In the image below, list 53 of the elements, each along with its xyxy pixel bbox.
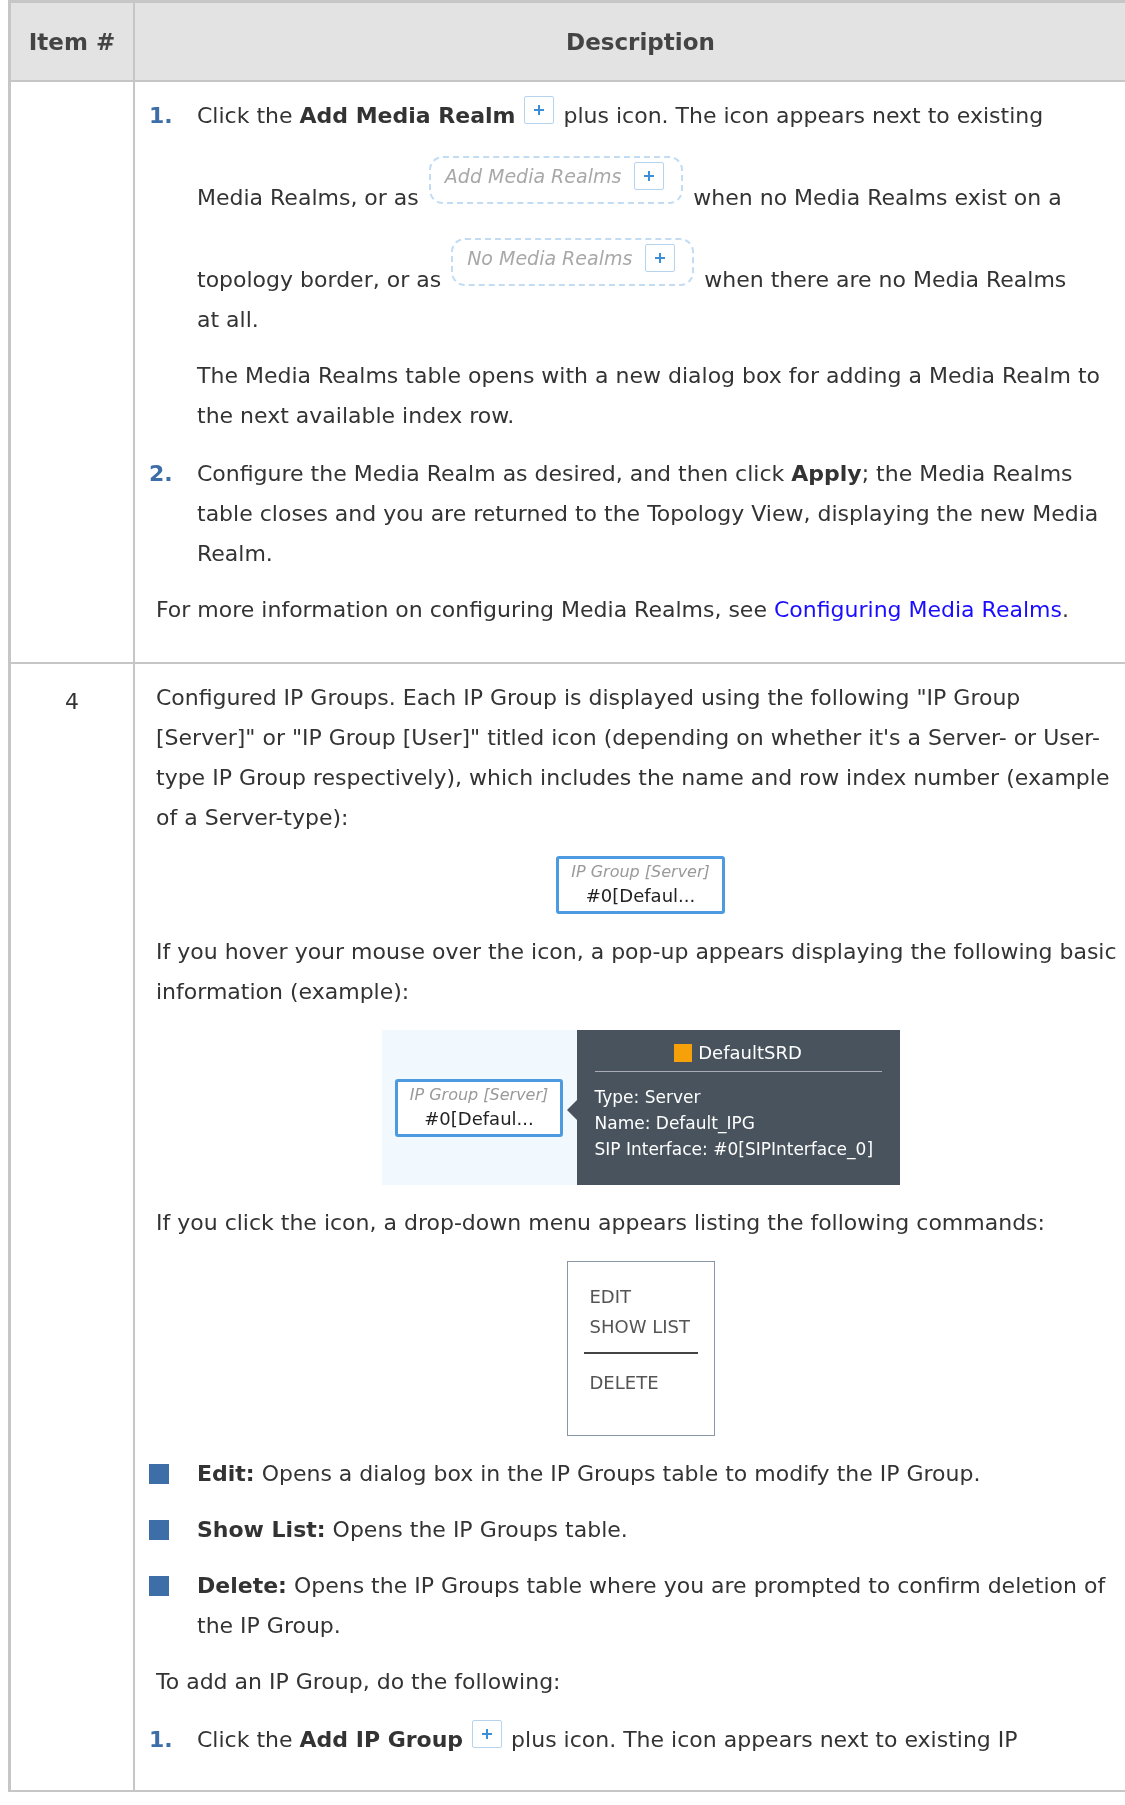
- step-text: when no Media Realms exist on a: [693, 184, 1062, 212]
- paragraph: For more information on configuring Media Realms, see Configuring Media Realms.: [156, 596, 1070, 624]
- plus-icon: [643, 170, 656, 182]
- paragraph: The Media Realms table opens with a new dialog box for adding a Media Realm to the next available index row.: [197, 362, 1101, 430]
- ip-group-node[interactable]: IP Group [Server] #0[Defaul...: [394, 1078, 564, 1137]
- paragraph: To add an IP Group, do the following:: [156, 1668, 562, 1696]
- item-number: 4: [65, 688, 79, 716]
- node-name: #0[Defaul...: [585, 884, 696, 908]
- step-number: 1.: [149, 102, 174, 130]
- menu-item[interactable]: DELETE: [583, 1368, 698, 1398]
- tooltip-line: Type: Server: [594, 1086, 702, 1109]
- square-icon: [674, 1043, 693, 1062]
- add-button[interactable]: [524, 96, 555, 124]
- step-text: Click the Add Media Realm: [197, 102, 516, 130]
- tooltip-line: Name: Default_IPG: [594, 1112, 756, 1136]
- bullet-text: Edit: Opens a dialog box in the IP Groups table to modify the IP Group.: [197, 1460, 981, 1488]
- plus-icon: [481, 1728, 494, 1740]
- tooltip-heading: DefaultSRD: [698, 1042, 802, 1063]
- node-name: #0[Defaul...: [424, 1106, 534, 1131]
- step-text: at all.: [197, 307, 259, 332]
- step-number: 2.: [149, 460, 174, 488]
- step-text: when there are no Media Realms: [704, 266, 1067, 294]
- step-text: plus icon. The icon appears next to existing: [563, 102, 1044, 130]
- step-text: Configure the Media Realm as desired, and then click Apply; the Media Realms table closes and you are returned to the Topology View, displaying the new Media Realm.: [197, 461, 1099, 566]
- link[interactable]: Configuring Media Realms: [773, 597, 1062, 622]
- menu-item[interactable]: EDIT: [583, 1282, 698, 1312]
- bullet-icon: [149, 1464, 169, 1484]
- step-text: topology border, or as: [197, 266, 442, 294]
- column-header: Description: [566, 28, 715, 55]
- node-title: IP Group [Server]: [409, 1083, 549, 1106]
- bullet-text: Show List: Opens the IP Groups table.: [197, 1516, 628, 1544]
- plus-icon: [654, 252, 667, 264]
- step-text: Media Realms, or as: [197, 184, 419, 212]
- bullet-text: Delete: Opens the IP Groups table where you are prompted to confirm deletion of the IP Group.: [197, 1572, 1107, 1640]
- step-text: Click the Add IP Group: [197, 1726, 464, 1754]
- step-text: plus icon. The icon appears next to existing IP: [511, 1726, 1018, 1754]
- add-button[interactable]: [645, 244, 676, 272]
- column-header: Item #: [28, 28, 116, 55]
- menu-item[interactable]: SHOW LIST: [583, 1312, 698, 1354]
- paragraph: Configured IP Groups. Each IP Group is displayed using the following "IP Group [Server]" or "IP Group [User]" titled icon (depending on whether it's a Server- or User-type IP Group respectively), which includes the name and row index number (example of a Server-type):: [156, 684, 1111, 832]
- paragraph: If you hover your mouse over the icon, a pop-up appears displaying the following basic information (example):: [156, 938, 1118, 1006]
- step-number: 1.: [149, 1726, 174, 1754]
- bullet-icon: [149, 1520, 169, 1540]
- placeholder-label: Add Media Realms: [444, 164, 622, 189]
- tooltip-line: SIP Interface: #0[SIPInterface_0]: [594, 1138, 874, 1162]
- add-button[interactable]: [634, 162, 665, 190]
- bullet-icon: [149, 1576, 169, 1596]
- ip-group-node[interactable]: IP Group [Server] #0[Defaul...: [556, 856, 725, 914]
- paragraph: If you click the icon, a drop-down menu appears listing the following commands:: [156, 1209, 1046, 1237]
- node-title: IP Group [Server]: [571, 861, 710, 883]
- plus-icon: [533, 104, 546, 116]
- placeholder-label: No Media Realms: [467, 246, 633, 271]
- add-button[interactable]: [472, 1720, 503, 1748]
